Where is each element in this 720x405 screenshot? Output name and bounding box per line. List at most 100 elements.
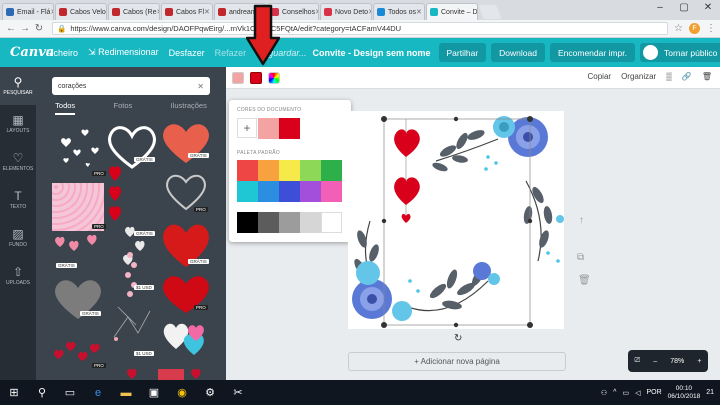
copy-button[interactable]: Copiar [588,72,612,81]
chrome-icon[interactable]: ◉ [168,386,196,399]
menu-icon[interactable]: ⋮ [706,23,716,34]
file-explorer-icon[interactable]: ▬ [112,387,140,399]
search-icon[interactable]: ⚲ [28,386,56,399]
palette-swatch[interactable] [321,160,342,181]
rotate-handle-icon[interactable]: ↻ [454,333,462,344]
palette-swatch[interactable] [300,181,321,202]
resize-button[interactable]: ⇲ Redimensionar [88,47,159,58]
palette-swatch[interactable] [300,160,321,181]
color-swatch-red[interactable] [250,72,262,84]
close-icon[interactable]: ✕ [50,8,53,16]
result-thumb[interactable] [108,297,158,343]
app-icon[interactable]: ✂ [224,386,252,399]
windows-start-icon[interactable]: ⊞ [0,386,28,399]
share-button[interactable]: Partilhar [438,43,487,62]
doc-color-swatch[interactable] [279,118,300,139]
palette-swatch[interactable] [237,181,258,202]
rail-layouts[interactable]: ▦ LAYOUTS [0,105,36,143]
task-view-icon[interactable]: ▭ [56,386,84,399]
clock[interactable]: 00:10 06/10/2018 [668,385,701,401]
palette-swatch[interactable] [321,212,342,233]
url-field[interactable]: 🔒 https://www.canva.com/design/DAOFPqwEir… [52,22,669,35]
close-icon[interactable]: ✕ [106,8,107,16]
download-button[interactable]: Download [491,43,545,62]
notification-count[interactable]: 21 [706,389,714,396]
canva-logo[interactable]: Canva [0,45,54,60]
result-thumb[interactable] [122,249,142,299]
close-icon[interactable]: ✕ [204,8,210,16]
new-tab-button[interactable] [478,5,502,19]
trash-icon[interactable]: 🗑 [702,72,712,81]
rail-uploads[interactable]: ⇧ UPLOADS [0,257,36,295]
organize-button[interactable]: Organizar [621,72,656,81]
result-thumb[interactable] [112,363,202,380]
rail-search[interactable]: ⚲ PESQUISAR [0,67,36,105]
publish-button[interactable]: Tornar público [639,43,720,62]
tab-photos[interactable]: Fotos [113,101,132,115]
back-icon[interactable]: ← [4,23,18,34]
result-thumb[interactable] [108,165,122,227]
add-color-button[interactable]: + [237,118,257,138]
maximize-button[interactable]: ▢ [672,0,696,16]
profile-avatar[interactable]: F [689,23,700,34]
zoom-out-icon[interactable]: – [653,358,657,365]
transparency-icon[interactable]: ▒ [666,72,672,81]
language-indicator[interactable]: POR [646,389,661,396]
browser-tab[interactable]: Cabos Fl ✕ [161,3,213,20]
people-icon[interactable]: ⚇ [601,389,607,397]
palette-swatch[interactable] [237,160,258,181]
palette-swatch[interactable] [279,181,300,202]
browser-tab[interactable]: Cabos Velo✕ [55,3,107,20]
close-icon[interactable]: ✕ [368,8,371,16]
result-thumb[interactable] [52,233,104,255]
present-icon[interactable]: ⎚ [635,357,641,365]
volume-icon[interactable]: ◁ [635,389,640,397]
rail-text[interactable]: T TEXTO [0,181,36,219]
close-icon[interactable]: ✕ [416,8,422,16]
store-icon[interactable]: ▣ [140,386,168,399]
clear-icon[interactable]: ✕ [197,82,204,91]
network-icon[interactable]: ▭ [622,389,629,397]
rail-elements[interactable]: ♡ ELEMENTOS [0,143,36,181]
tab-illustrations[interactable]: Ilustrações [171,101,207,115]
palette-swatch[interactable] [258,181,279,202]
file-menu[interactable]: Ficheiro [46,48,78,58]
close-icon[interactable]: ✕ [156,8,159,16]
tab-all[interactable]: Todos [55,101,76,115]
undo-button[interactable]: Desfazer [169,48,205,58]
result-thumb[interactable] [160,317,212,357]
delete-page-icon[interactable]: 🗑 [578,275,591,286]
result-thumb[interactable] [52,123,104,175]
add-page-button[interactable]: + Adicionar nova página [348,352,566,371]
result-thumb[interactable] [160,121,212,165]
zoom-in-icon[interactable]: + [697,358,701,365]
palette-swatch[interactable] [279,212,300,233]
browser-tab[interactable]: Email - Flá✕ [2,3,54,20]
search-input[interactable]: corações ✕ [52,77,210,95]
result-thumb[interactable] [104,123,160,171]
edge-icon[interactable]: e [84,387,112,399]
redo-button[interactable]: Refazer [215,48,247,58]
link-icon[interactable]: 🔗 [682,72,692,81]
palette-swatch[interactable] [321,181,342,202]
color-swatch-pink[interactable] [232,72,244,84]
palette-swatch[interactable] [258,160,279,181]
document-title[interactable]: Convite - Design sem nome [312,48,430,58]
browser-tab-active[interactable]: Convite – D✕ [426,3,478,20]
browser-tab[interactable]: Cabos (Re✕ [108,3,160,20]
close-icon[interactable]: ✕ [315,8,318,16]
palette-swatch[interactable] [279,160,300,181]
rail-background[interactable]: ▨ FUNDO [0,219,36,257]
forward-icon[interactable]: → [18,23,32,34]
browser-tab[interactable]: Todos os ✕ [373,3,425,20]
palette-swatch[interactable] [258,212,279,233]
bookmark-star-icon[interactable]: ☆ [674,23,683,34]
settings-icon[interactable]: ⚙ [196,386,224,399]
browser-tab[interactable]: Novo Deto✕ [320,3,372,20]
reload-icon[interactable]: ↻ [32,23,46,34]
minimize-button[interactable]: – [648,0,672,16]
zoom-value[interactable]: 78% [670,358,684,365]
color-picker-icon[interactable] [268,72,280,84]
palette-swatch[interactable] [300,212,321,233]
chevron-up-icon[interactable]: ^ [613,389,616,396]
